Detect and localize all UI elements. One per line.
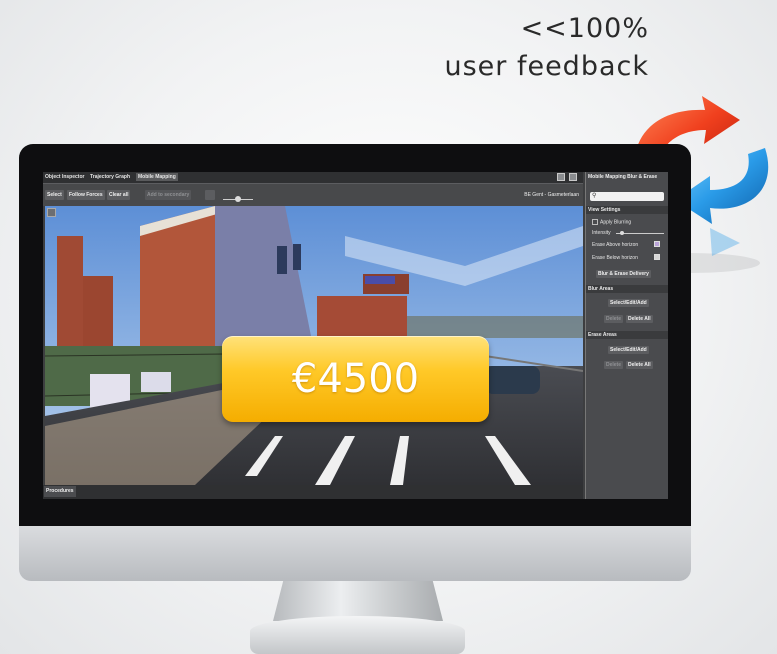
- search-input[interactable]: ⚲: [590, 192, 664, 201]
- monitor-chin: [19, 526, 691, 581]
- blur-areas-header: Blur Areas: [586, 285, 668, 293]
- search-icon: ⚲: [592, 193, 597, 199]
- blur-delete-button[interactable]: Delete: [604, 315, 624, 323]
- erase-delete-button[interactable]: Delete: [604, 361, 624, 369]
- intensity-slider-knob[interactable]: [620, 231, 624, 235]
- erase-above-color-swatch[interactable]: [654, 241, 660, 247]
- blur-select-edit-add-button[interactable]: Select/Edit/Add: [608, 299, 649, 307]
- erase-areas-header: Erase Areas: [586, 331, 668, 339]
- follow-forces-button[interactable]: Follow Forces: [67, 190, 105, 200]
- tab-mobile-mapping[interactable]: Mobile Mapping: [136, 173, 178, 181]
- erase-below-label: Erase Below horizon: [592, 255, 638, 261]
- erase-below-color-swatch[interactable]: [654, 254, 660, 260]
- maximize-icon[interactable]: [569, 173, 577, 181]
- toolbar: Select Follow Forces Clear all Add to se…: [43, 183, 583, 206]
- intensity-label: Intensity: [592, 230, 611, 236]
- erase-select-edit-add-button[interactable]: Select/Edit/Add: [608, 346, 649, 354]
- tab-bar: Object Inspector Trajectory Graph Mobile…: [43, 172, 583, 183]
- tab-object-inspector[interactable]: Object Inspector: [45, 174, 84, 180]
- image-tool-icon[interactable]: [205, 190, 215, 200]
- select-button[interactable]: Select: [45, 190, 64, 200]
- blur-erase-delivery-button[interactable]: Blur & Erase Delivery: [596, 270, 651, 278]
- erase-delete-all-button[interactable]: Delete All: [626, 361, 653, 369]
- zoom-slider-knob[interactable]: [235, 196, 241, 202]
- pin-icon[interactable]: [557, 173, 565, 181]
- procedures-tab[interactable]: Procedures: [44, 486, 76, 497]
- right-panel: Mobile Mapping Blur & Erase ⚲ View Setti…: [585, 172, 668, 499]
- tab-trajectory-graph[interactable]: Trajectory Graph: [90, 174, 130, 180]
- clear-all-button[interactable]: Clear all: [107, 190, 131, 200]
- add-to-secondary-button[interactable]: Add to secondary: [145, 190, 192, 200]
- headline-line1: <<100%: [520, 13, 649, 44]
- apply-blurring-checkbox[interactable]: [592, 219, 598, 225]
- headline: <<100% user feedback: [444, 10, 649, 86]
- monitor-stand-base: [250, 616, 465, 654]
- location-label: BE Gent - Gasmeterlaan: [524, 192, 579, 198]
- panel-title: Mobile Mapping Blur & Erase: [588, 174, 658, 180]
- viewport-tool-icon[interactable]: [47, 208, 56, 217]
- price-badge: €4500: [222, 336, 489, 422]
- view-settings-header: View Settings: [586, 206, 668, 214]
- blur-delete-all-button[interactable]: Delete All: [626, 315, 653, 323]
- erase-above-label: Erase Above horizon: [592, 242, 639, 248]
- procedures-bar: Procedures: [43, 485, 583, 499]
- monitor-stand: [273, 581, 443, 621]
- apply-blurring-label: Apply Blurring: [600, 219, 632, 226]
- apply-blurring-row[interactable]: Apply Blurring: [592, 219, 631, 225]
